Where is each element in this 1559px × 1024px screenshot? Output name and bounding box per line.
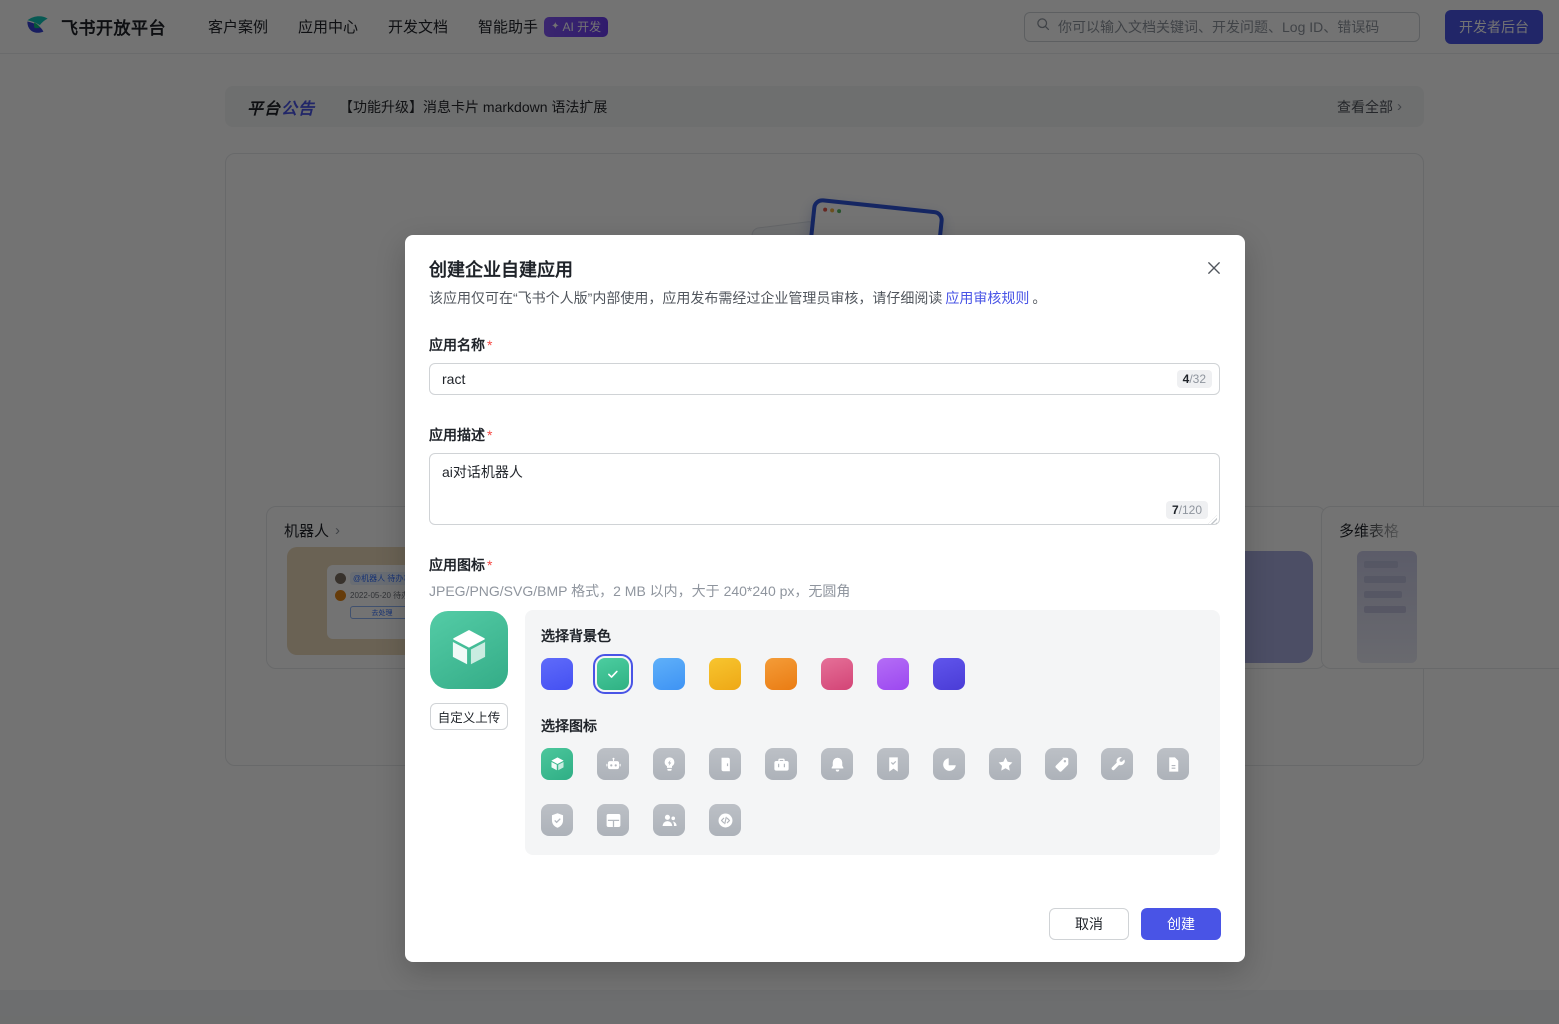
icon-option-star[interactable] xyxy=(989,748,1021,780)
code-icon xyxy=(718,813,732,827)
custom-upload-button[interactable]: 自定义上传 xyxy=(430,703,508,730)
description-suffix: 。 xyxy=(1032,290,1047,306)
cancel-button[interactable]: 取消 xyxy=(1049,908,1129,940)
icon-format-hint: JPEG/PNG/SVG/BMP 格式，2 MB 以内，大于 240*240 p… xyxy=(429,583,851,599)
icon-option-layout[interactable] xyxy=(597,804,629,836)
required-asterisk: * xyxy=(487,427,493,443)
document-icon xyxy=(1168,756,1178,772)
icon-picker-panel: 选择背景色 选择图标 xyxy=(525,610,1220,855)
required-asterisk: * xyxy=(487,337,493,353)
book-icon xyxy=(721,757,730,771)
icon-option-lightbulb[interactable] xyxy=(653,748,685,780)
pie-chart-icon xyxy=(942,757,956,771)
icon-option-grid xyxy=(541,748,1201,836)
app-name-label: 应用名称 * xyxy=(429,337,493,353)
icon-option-code[interactable] xyxy=(709,804,741,836)
app-icon-preview xyxy=(430,611,508,689)
icon-option-cube[interactable] xyxy=(541,748,573,780)
bg-color-yellow[interactable] xyxy=(709,658,741,690)
icon-option-pie-chart[interactable] xyxy=(933,748,965,780)
cube-icon xyxy=(446,625,492,676)
icon-option-bookmark[interactable] xyxy=(877,748,909,780)
desc-char-counter: 7/120 xyxy=(1165,501,1208,519)
layout-icon xyxy=(606,813,620,827)
required-asterisk: * xyxy=(487,557,493,573)
description-text: 该应用仅可在“飞书个人版”内部使用，应用发布需经过企业管理员审核，请仔细阅读 xyxy=(429,290,943,306)
icon-option-wrench[interactable] xyxy=(1101,748,1133,780)
icon-option-briefcase[interactable] xyxy=(765,748,797,780)
icon-option-users[interactable] xyxy=(653,804,685,836)
dialog-title: 创建企业自建应用 xyxy=(429,260,573,280)
app-icon-label: 应用图标 * xyxy=(429,557,493,573)
close-icon[interactable] xyxy=(1205,259,1223,277)
create-app-dialog: 创建企业自建应用 该应用仅可在“飞书个人版”内部使用，应用发布需经过企业管理员审… xyxy=(405,235,1245,962)
name-char-counter: 4/32 xyxy=(1176,370,1212,388)
bg-color-orange[interactable] xyxy=(765,658,797,690)
robot-icon xyxy=(605,757,621,769)
dialog-description: 该应用仅可在“飞书个人版”内部使用，应用发布需经过企业管理员审核，请仔细阅读 应用… xyxy=(429,288,1046,308)
review-rules-link[interactable]: 应用审核规则 xyxy=(945,290,1029,306)
icon-option-bell[interactable] xyxy=(821,748,853,780)
bookmark-icon xyxy=(888,756,898,772)
icon-option-book[interactable] xyxy=(709,748,741,780)
bell-icon xyxy=(831,757,843,772)
bg-color-sky-blue[interactable] xyxy=(653,658,685,690)
lightbulb-icon xyxy=(664,756,674,771)
check-icon xyxy=(608,670,618,678)
icon-option-robot[interactable] xyxy=(597,748,629,780)
bg-color-section-label: 选择背景色 xyxy=(541,628,611,644)
app-name-input[interactable] xyxy=(429,363,1220,395)
cube-icon xyxy=(550,756,564,770)
create-button[interactable]: 创建 xyxy=(1141,908,1221,940)
bg-color-swatches xyxy=(541,654,965,694)
wrench-icon xyxy=(1111,756,1125,770)
icon-option-document[interactable] xyxy=(1157,748,1189,780)
icon-option-tag[interactable] xyxy=(1045,748,1077,780)
users-icon xyxy=(662,814,677,826)
briefcase-icon xyxy=(773,758,789,771)
app-desc-label: 应用描述 * xyxy=(429,427,493,443)
icon-option-shield[interactable] xyxy=(541,804,573,836)
tag-icon xyxy=(1055,757,1068,772)
bg-color-blue[interactable] xyxy=(541,658,573,690)
bg-color-purple[interactable] xyxy=(877,658,909,690)
star-icon xyxy=(998,757,1012,771)
shield-icon xyxy=(551,812,563,828)
bg-color-pink[interactable] xyxy=(821,658,853,690)
app-desc-textarea[interactable]: ai对话机器人 xyxy=(429,453,1220,525)
bg-color-indigo[interactable] xyxy=(933,658,965,690)
icon-section-label: 选择图标 xyxy=(541,718,597,734)
bg-color-green[interactable] xyxy=(593,654,633,694)
